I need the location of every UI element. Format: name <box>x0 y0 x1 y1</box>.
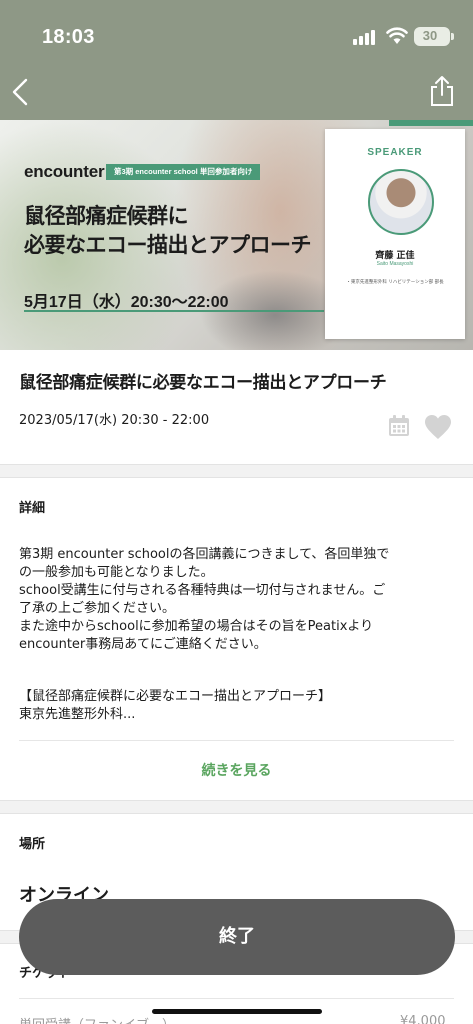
details-heading: 詳細 <box>19 501 46 516</box>
banner-title-line: 必要なエコー描出とアプローチ <box>24 233 312 257</box>
event-datetime: 2023/05/17(水) 20:30 - 22:00 <box>19 413 210 428</box>
banner-title: 鼠径部痛症候群に 必要なエコー描出とアプローチ <box>24 202 324 260</box>
battery-icon: 30 <box>414 27 450 46</box>
banner-tag: 第3期 encounter school 単回参加者向け <box>106 164 261 180</box>
speaker-card: SPEAKER 齊藤 正佳 Saito Masayoshi ・東京先進整形外科 … <box>325 129 465 339</box>
event-banner: encounter 第3期 encounter school 単回参加者向け 鼠… <box>0 120 473 350</box>
details-subsection: 【鼠径部痛症候群に必要なエコー描出とアプローチ】 東京先進整形外科... <box>19 688 331 724</box>
top-bar: 18:03 30 <box>0 0 473 120</box>
speaker-avatar <box>368 169 434 235</box>
details-line: school受講生に付与される各種特典は一切付与されません。ご <box>19 583 386 598</box>
details-line: 了承の上ご参加ください。 <box>19 601 176 616</box>
speaker-roman-name: Saito Masayoshi <box>376 261 414 267</box>
details-line: 東京先進整形外科... <box>19 707 136 722</box>
heart-icon[interactable] <box>424 414 452 440</box>
section-gap <box>0 464 473 478</box>
section-gap <box>0 800 473 814</box>
event-status-button[interactable]: 終了 <box>19 899 455 975</box>
location-heading: 場所 <box>19 837 46 852</box>
back-chevron-icon[interactable] <box>6 74 36 110</box>
speaker-affiliation: ・東京先進整形外科 リハビリテーション部 部長 <box>346 280 444 285</box>
banner-title-line: 鼠径部痛症候群に <box>24 204 189 228</box>
details-line: 第3期 encounter schoolの各回講義につきまして、各回単独で <box>19 547 390 562</box>
status-time: 18:03 <box>42 26 95 48</box>
read-more-link[interactable]: 続きを見る <box>0 760 473 780</box>
ticket-price: ¥4,000 <box>400 1014 446 1024</box>
signal-icon <box>353 29 377 45</box>
banner-underline <box>24 310 324 312</box>
speaker-name: 齊藤 正佳 <box>375 251 415 261</box>
details-body: 第3期 encounter schoolの各回講義につきまして、各回単独で の一… <box>19 546 459 722</box>
ticket-name: 単回受講（ファンイブ…） <box>19 1014 175 1024</box>
tickets-divider <box>19 998 454 999</box>
details-line: また途中からschoolに参加希望の場合はその旨をPeatixより <box>19 619 374 634</box>
details-line: encounter事務局あてにご連絡ください。 <box>19 637 267 652</box>
speaker-heading: SPEAKER <box>367 147 423 158</box>
share-icon[interactable] <box>426 74 458 108</box>
event-title: 鼠径部痛症候群に必要なエコー描出とアプローチ <box>19 373 387 393</box>
home-indicator[interactable] <box>152 1009 322 1014</box>
banner-card-accent <box>389 120 473 126</box>
details-line: 【鼠径部痛症候群に必要なエコー描出とアプローチ】 <box>19 689 332 704</box>
details-line: の一般参加も可能となりました。 <box>19 565 214 580</box>
banner-date: 5月17日（水）20:30〜22:00 <box>24 294 229 311</box>
banner-brand: encounter <box>24 162 105 181</box>
details-divider <box>19 740 454 741</box>
wifi-icon <box>386 27 408 44</box>
battery-tip <box>451 33 454 40</box>
battery-level: 30 <box>422 28 438 43</box>
calendar-icon[interactable] <box>387 414 411 438</box>
